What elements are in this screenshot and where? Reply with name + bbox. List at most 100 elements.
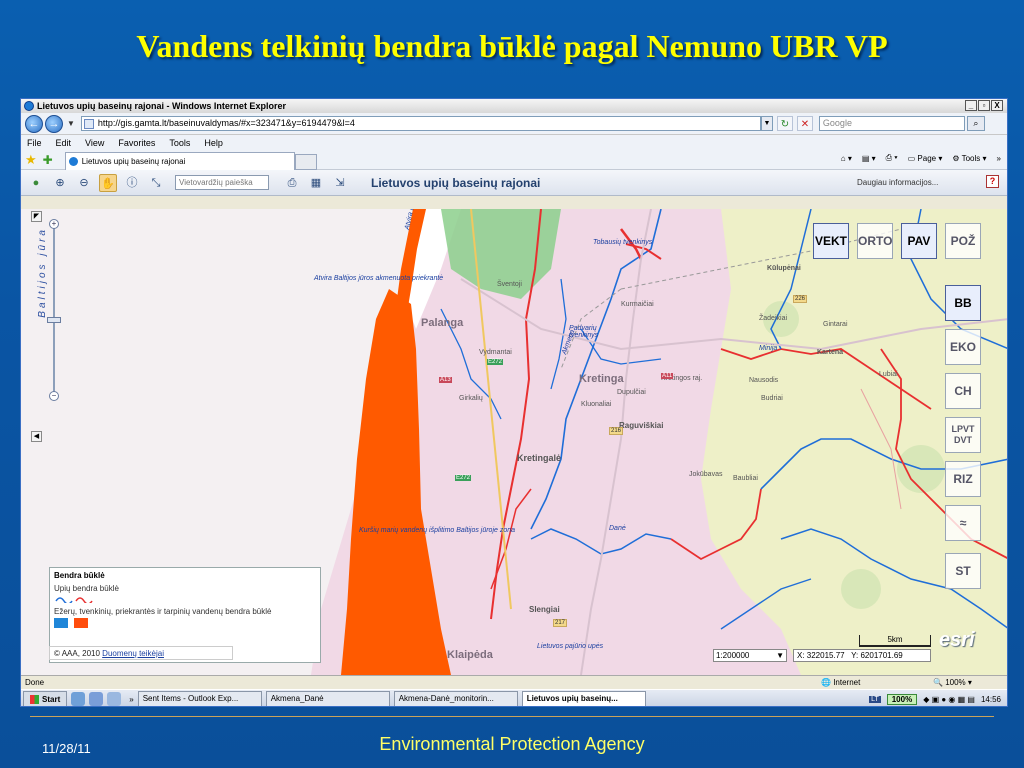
zoom-knob[interactable]: [47, 317, 61, 323]
feeds-icon[interactable]: ▤ ▾: [862, 154, 876, 163]
globe-icon[interactable]: ●: [27, 174, 45, 192]
stop-icon[interactable]: ✕: [796, 116, 813, 131]
history-dropdown-icon[interactable]: ▼: [67, 119, 75, 128]
copyright-text: AAA, 2010: [61, 649, 100, 658]
help-button[interactable]: ?: [986, 175, 999, 188]
task-folder[interactable]: Akmena_Danė: [265, 691, 390, 706]
add-favorite-icon[interactable]: ✚: [43, 153, 53, 167]
window-titlebar: Lietuvos upių baseinų rajonai - Windows …: [21, 99, 1007, 113]
map-label-vydmantai: Vydmantai: [479, 349, 512, 356]
minimize-button[interactable]: _: [965, 100, 977, 111]
page-menu[interactable]: ▭ Page ▾: [908, 154, 943, 163]
legend-swatch-good: [54, 618, 68, 628]
status-text: Done: [25, 678, 45, 687]
layer-eko-button[interactable]: EKO: [945, 329, 981, 365]
layer-fish-button[interactable]: ≈: [945, 505, 981, 541]
layer-ch-button[interactable]: CH: [945, 373, 981, 409]
maximize-button[interactable]: ▫: [978, 100, 990, 111]
favorites-star-icon[interactable]: ★: [25, 152, 37, 168]
tools-menu[interactable]: ⚙ Tools ▾: [952, 154, 986, 163]
zoom-in-icon[interactable]: ⊕: [51, 174, 69, 192]
road-a11: A11: [661, 373, 674, 379]
legend-swatch-bad: [74, 618, 89, 628]
url-dropdown-icon[interactable]: ▼: [760, 116, 773, 131]
print-map-icon[interactable]: ⎙: [283, 174, 301, 192]
layer-orto-button[interactable]: ORTO: [857, 223, 893, 259]
url-text: http://gis.gamta.lt/baseinuvaldymas/#x=3…: [97, 118, 355, 128]
back-button[interactable]: ←: [25, 114, 43, 133]
menu-view[interactable]: View: [85, 138, 104, 148]
clock: 14:56: [980, 694, 1001, 704]
forward-button[interactable]: →: [45, 114, 63, 133]
fish-icon: ≈: [959, 516, 967, 530]
security-zone-label: Internet: [833, 678, 861, 687]
more-chevron-icon[interactable]: »: [997, 154, 1001, 163]
home-icon[interactable]: ⌂ ▾: [841, 154, 852, 163]
data-providers-link[interactable]: Duomenų teikėjai: [102, 649, 164, 658]
pan-left-icon[interactable]: ◀: [31, 431, 42, 442]
road-e272-south: E272: [455, 475, 472, 481]
map-label-kretinga: Kretinga: [579, 373, 624, 385]
place-search-input[interactable]: Vietovardžių paieška: [175, 175, 269, 190]
refresh-icon[interactable]: ↻: [776, 116, 793, 131]
scale-dropdown-icon[interactable]: ▼: [776, 650, 784, 661]
quicklaunch-outlook-icon[interactable]: [89, 692, 104, 706]
zoom-tray-button[interactable]: 100%: [886, 693, 918, 705]
menu-help[interactable]: Help: [204, 138, 223, 148]
close-button[interactable]: X: [991, 100, 1003, 111]
map-label-dupulciai: Dupulčiai: [617, 389, 646, 396]
zoom-slider[interactable]: + −: [47, 219, 61, 401]
info-icon[interactable]: ⓘ: [123, 174, 141, 192]
zoom-minus-icon[interactable]: −: [49, 391, 59, 401]
layer-vekt-button[interactable]: VEKT: [813, 223, 849, 259]
zoom-out-icon[interactable]: ⊖: [75, 174, 93, 192]
app-toolbar: ● ⊕ ⊖ ✋ ⓘ ⤡ Vietovardžių paieška ⎙ ▦ ⇲ L…: [21, 170, 1007, 196]
scale-select[interactable]: 1:200000 ▼: [713, 649, 787, 662]
map-label-lubiai: Lubiai: [879, 371, 898, 378]
quicklaunch-ie-icon[interactable]: [71, 692, 86, 706]
export-icon[interactable]: ⇲: [331, 174, 349, 192]
zoom-level[interactable]: 🔍 100% ▾: [933, 676, 972, 689]
pan-hand-icon[interactable]: ✋: [99, 173, 117, 192]
page-menu-label: Page: [917, 153, 937, 163]
menu-file[interactable]: File: [27, 138, 42, 148]
search-icon[interactable]: ⌕: [966, 116, 985, 131]
menu-edit[interactable]: Edit: [56, 138, 72, 148]
security-zone: 🌐 Internet: [821, 678, 861, 687]
more-info-link[interactable]: Daugiau informacijos...: [857, 178, 938, 187]
search-input[interactable]: Google: [818, 116, 965, 131]
tray-icons: ◆ ▣ ● ◉ ▦ ▤: [923, 694, 975, 704]
app-title: Lietuvos upių baseinų rajonai: [371, 175, 541, 190]
coord-x: X: 322015.77: [797, 651, 845, 660]
url-input[interactable]: http://gis.gamta.lt/baseinuvaldymas/#x=3…: [80, 116, 761, 131]
map-label-jokubavas: Jokūbavas: [689, 471, 723, 478]
task-word[interactable]: Akmena-Danė_monitorin...: [393, 691, 518, 706]
print-icon[interactable]: ⎙ ▾: [886, 153, 898, 163]
layer-st-button[interactable]: ST: [945, 553, 981, 589]
menu-tools[interactable]: Tools: [169, 138, 190, 148]
start-button[interactable]: Start: [23, 690, 68, 706]
menu-favorites[interactable]: Favorites: [118, 138, 155, 148]
map-canvas[interactable]: ◤ Baltijos jūra + − ◀ Atvira Baltijos jū…: [21, 209, 1007, 675]
task-ie[interactable]: Lietuvos upių baseinų...: [521, 691, 646, 706]
zoom-plus-icon[interactable]: +: [49, 219, 59, 229]
task-outlook[interactable]: Sent Items - Outlook Exp...: [137, 691, 262, 706]
map-label-baubliai: Baubliai: [733, 475, 758, 482]
system-tray: LT 100% ◆ ▣ ● ◉ ▦ ▤ 14:56: [869, 693, 1007, 705]
measure-icon[interactable]: ⤡: [147, 174, 165, 192]
quicklaunch-more-icon[interactable]: »: [129, 695, 133, 704]
table-icon[interactable]: ▦: [307, 174, 325, 192]
new-tab-button[interactable]: [294, 153, 317, 170]
quicklaunch-media-icon[interactable]: [107, 692, 122, 706]
map-label-zadeikiai: Žadeikiai: [759, 315, 788, 322]
tab-ie-icon: [68, 156, 78, 166]
collapse-toolbar-icon[interactable]: ◤: [31, 211, 42, 222]
layer-riz-button[interactable]: RIZ: [945, 461, 981, 497]
language-indicator[interactable]: LT: [869, 695, 881, 703]
layer-pav-button[interactable]: PAV: [901, 223, 937, 259]
layer-bb-button[interactable]: BB: [945, 285, 981, 321]
map-label-kartena: Kartena: [817, 349, 844, 356]
layer-lpvt-button[interactable]: LPVT DVT: [945, 417, 981, 453]
layer-poz-button[interactable]: POŽ: [945, 223, 981, 259]
tab-active[interactable]: Lietuvos upių baseinų rajonai: [64, 151, 295, 170]
